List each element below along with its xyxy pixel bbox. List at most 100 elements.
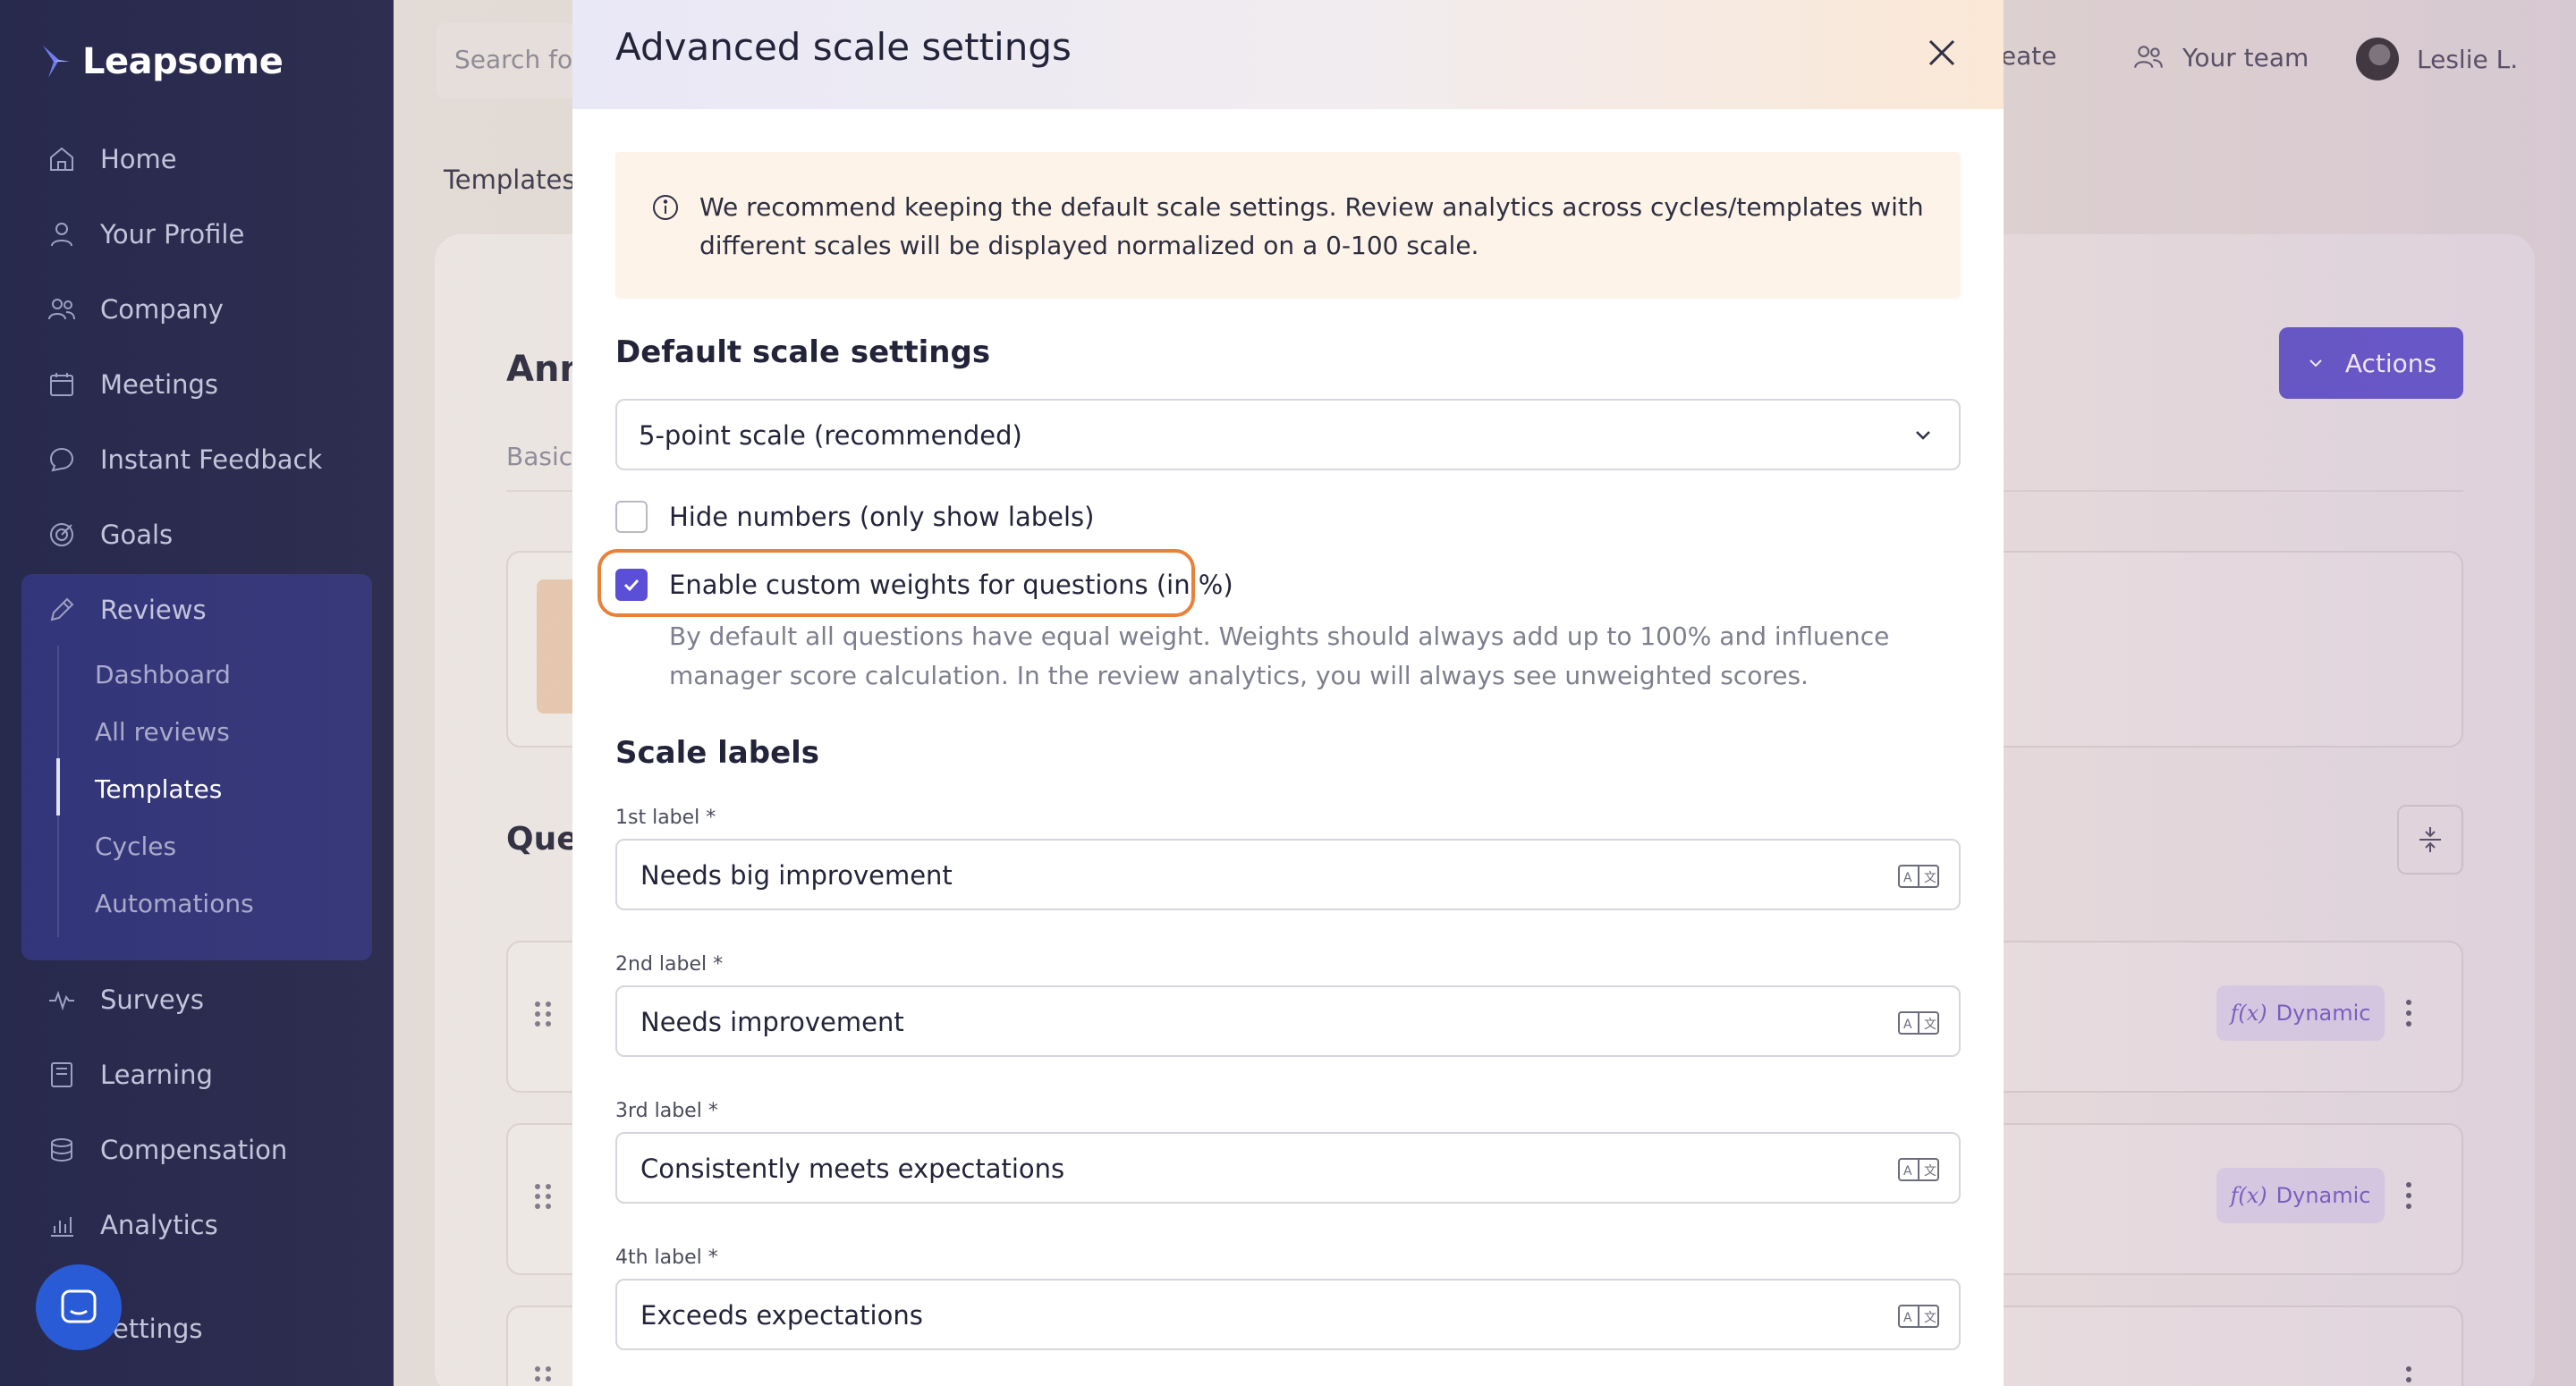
hide-numbers-option[interactable]: Hide numbers (only show labels) [615, 501, 1094, 533]
scale-select[interactable]: 5-point scale (recommended) [615, 399, 1961, 470]
label-4-value: Exceeds expectations [640, 1300, 923, 1331]
svg-text:文: 文 [1924, 1311, 1936, 1325]
sidebar-item-learning[interactable]: Learning [47, 1057, 213, 1093]
checkmark-icon [623, 579, 640, 592]
translate-icon[interactable]: A文 [1898, 1157, 1939, 1182]
people-icon [48, 299, 75, 320]
user-icon [51, 223, 72, 247]
sidebar-item-your-profile[interactable]: Your Profile [47, 216, 244, 252]
sidebar-item-label: Compensation [100, 1135, 288, 1165]
chat-icon [49, 447, 74, 472]
sidebar-subitem-cycles[interactable]: Cycles [95, 832, 176, 861]
sidebar-item-label: Learning [100, 1060, 213, 1090]
custom-weights-checkbox[interactable] [615, 569, 648, 601]
svg-text:文: 文 [1924, 1018, 1936, 1032]
sidebar-item-meetings[interactable]: Meetings [47, 367, 218, 402]
translate-icon[interactable]: A文 [1898, 864, 1939, 889]
label-2-input[interactable]: Needs improvement A文 [615, 985, 1961, 1057]
function-icon: f(x) [2230, 1001, 2267, 1026]
info-text: We recommend keeping the default scale s… [699, 192, 1924, 260]
label-3-input[interactable]: Consistently meets expectations A文 [615, 1132, 1961, 1204]
more-options-icon[interactable] [2402, 1000, 2415, 1027]
brand-logo[interactable]: Leapsome [39, 41, 284, 82]
modal-title: Advanced scale settings [615, 25, 1072, 69]
label-1-input[interactable]: Needs big improvement A文 [615, 839, 1961, 910]
actions-button[interactable]: Actions [2279, 327, 2463, 399]
close-button[interactable] [1919, 30, 1964, 75]
custom-weights-option[interactable]: Enable custom weights for questions (in … [615, 569, 1233, 601]
sidebar-item-instant-feedback[interactable]: Instant Feedback [47, 442, 322, 477]
team-icon [2134, 46, 2163, 68]
sidebar-subitem-templates[interactable]: Templates [95, 774, 222, 804]
user-name: Leslie L. [2417, 44, 2519, 74]
sidebar-item-label: Home [100, 144, 177, 174]
svg-text:A: A [1903, 1018, 1912, 1032]
expand-collapse-button[interactable] [2397, 805, 2463, 875]
function-icon: f(x) [2230, 1183, 2267, 1208]
pulse-icon [49, 990, 74, 1011]
dynamic-badge: f(x) Dynamic [2216, 985, 2385, 1041]
brand-name: Leapsome [82, 41, 284, 82]
leapsome-logo-icon [43, 46, 70, 78]
custom-weights-help: By default all questions have equal weig… [669, 621, 1890, 690]
actions-label: Actions [2344, 348, 2437, 378]
hide-numbers-label: Hide numbers (only show labels) [669, 502, 1095, 532]
your-team-button[interactable]: Your team [2132, 41, 2309, 73]
label-4-caption: 4th label * [615, 1247, 718, 1269]
chat-launcher-button[interactable] [36, 1264, 122, 1350]
sidebar-item-label: Surveys [100, 985, 204, 1015]
svg-text:A: A [1903, 1164, 1912, 1179]
label-1-value: Needs big improvement [640, 860, 953, 891]
drag-handle-icon[interactable] [535, 1184, 551, 1209]
sidebar-item-goals[interactable]: Goals [47, 517, 173, 553]
label-2-caption: 2nd label * [615, 953, 724, 976]
expand-vertical-icon [2419, 827, 2441, 852]
modal-header: Advanced scale settings [572, 0, 2004, 109]
sidebar-subitem-dashboard[interactable]: Dashboard [95, 660, 231, 689]
default-scale-settings-heading: Default scale settings [615, 334, 991, 370]
sidebar-item-company[interactable]: Company [47, 292, 224, 327]
translate-icon[interactable]: A文 [1898, 1010, 1939, 1035]
avatar [2356, 38, 2399, 80]
user-menu[interactable]: Leslie L. [2356, 38, 2518, 80]
dynamic-label: Dynamic [2275, 1001, 2371, 1026]
calendar-icon [50, 373, 73, 396]
label-3-value: Consistently meets expectations [640, 1154, 1065, 1184]
book-icon [51, 1062, 72, 1087]
sidebar-item-settings[interactable]: ettings [113, 1311, 203, 1347]
custom-weights-label: Enable custom weights for questions (in … [669, 570, 1233, 600]
drag-handle-icon[interactable] [535, 1366, 551, 1386]
more-options-icon[interactable] [2402, 1182, 2415, 1209]
svg-text:A: A [1903, 871, 1912, 885]
dynamic-label: Dynamic [2275, 1183, 2371, 1208]
sidebar-item-home[interactable]: Home [47, 141, 177, 177]
coins-icon [51, 1138, 72, 1162]
info-callout: We recommend keeping the default scale s… [615, 152, 1961, 299]
sub-nav-active-indicator [56, 758, 60, 816]
label-2-value: Needs improvement [640, 1007, 904, 1037]
translate-icon[interactable]: A文 [1898, 1304, 1939, 1329]
svg-text:A: A [1903, 1311, 1912, 1325]
more-options-icon[interactable] [2402, 1366, 2415, 1386]
home-icon [50, 147, 73, 171]
sidebar-subitem-automations[interactable]: Automations [95, 889, 254, 918]
pencil-icon [50, 597, 74, 621]
target-icon [50, 523, 73, 546]
drag-handle-icon[interactable] [535, 1001, 551, 1027]
label-3-caption: 3rd label * [615, 1100, 718, 1122]
svg-text:文: 文 [1924, 871, 1936, 885]
sidebar-item-label: Company [100, 294, 224, 325]
sidebar-item-label: Your Profile [100, 219, 245, 249]
breadcrumb[interactable]: Templates [444, 165, 575, 195]
dynamic-badge: f(x) Dynamic [2216, 1168, 2385, 1223]
chevron-down-icon [1916, 431, 1930, 440]
sidebar-item-reviews[interactable]: Reviews [47, 592, 207, 628]
label-4-input[interactable]: Exceeds expectations A文 [615, 1279, 1961, 1350]
sidebar-item-surveys[interactable]: Surveys [47, 982, 204, 1018]
sidebar-subitem-all-reviews[interactable]: All reviews [95, 717, 230, 747]
sidebar-item-compensation[interactable]: Compensation [47, 1132, 287, 1168]
hide-numbers-checkbox[interactable] [615, 501, 648, 533]
sidebar-item-label: Instant Feedback [100, 444, 323, 475]
close-icon [1928, 39, 1955, 66]
sidebar-item-analytics[interactable]: Analytics [47, 1207, 218, 1243]
